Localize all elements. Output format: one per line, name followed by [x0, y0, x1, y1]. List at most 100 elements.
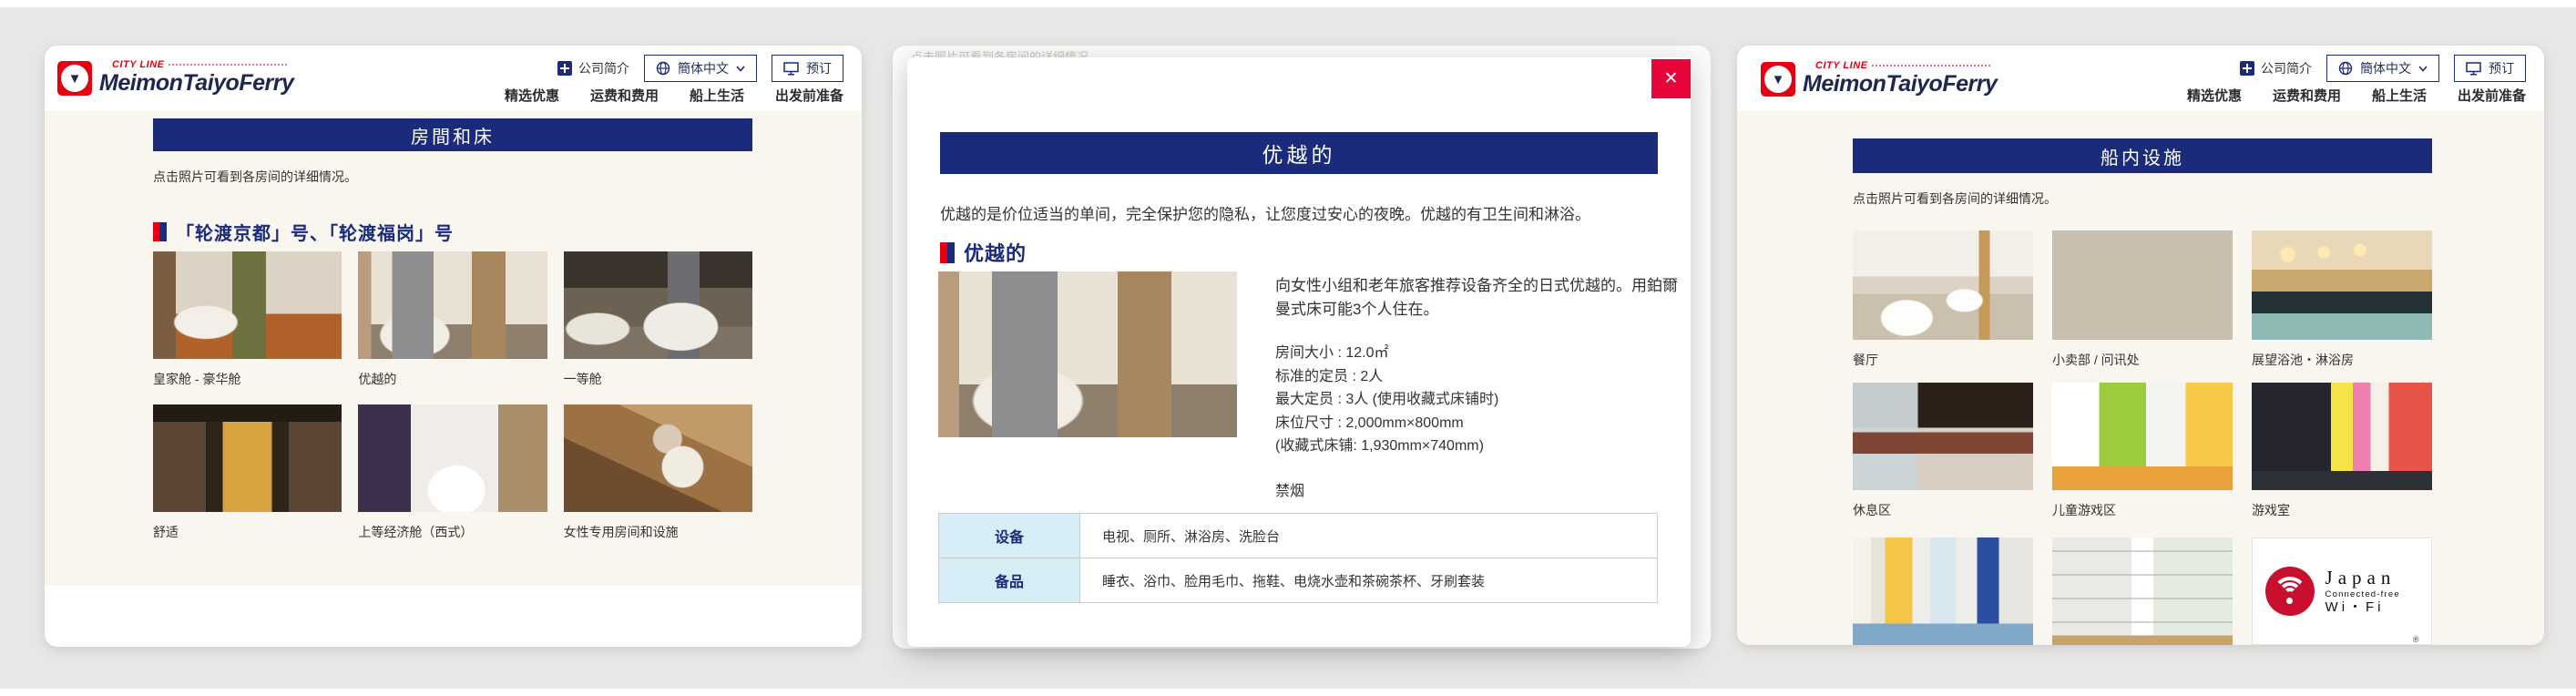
- rooms-grid-row-2: 舒适 上等经济舱（西式） 女性专用房间和设施: [153, 404, 752, 541]
- page-title-banner: 船内设施: [1853, 138, 2432, 173]
- close-icon[interactable]: ✕: [1651, 59, 1691, 98]
- globe-icon: [656, 61, 670, 76]
- table-row: 备品 睡衣、浴巾、脸用毛巾、拖鞋、电烧水壶和茶碗茶杯、牙刷套装: [939, 558, 1658, 603]
- nav-item-before-departure[interactable]: 出发前准备: [2458, 86, 2526, 105]
- nav-item-fares[interactable]: 运费和费用: [590, 86, 659, 105]
- facility-tile-lockers[interactable]: [2052, 537, 2233, 645]
- wifi-word-connected: Connected-free: [2326, 589, 2400, 599]
- room-caption: 优越的: [358, 370, 547, 388]
- room-caption: 舒适: [153, 523, 342, 541]
- room-tile-superior[interactable]: 优越的: [358, 251, 547, 388]
- registered-mark: ®: [2413, 635, 2419, 644]
- facility-caption: 游戏室: [2252, 501, 2432, 519]
- facility-photo-lockers[interactable]: [2052, 537, 2233, 645]
- logo-dotted-line: [169, 64, 287, 66]
- booking-label: 预订: [2489, 59, 2514, 77]
- company-profile-link[interactable]: 公司简介: [557, 59, 629, 77]
- room-detail-modal: ✕ 优越的 优越的是价位适当的单间，完全保护您的隐私，让您度过安心的夜晚。优越的…: [907, 57, 1691, 647]
- instruction-text: 点击照片可看到各房间的详细情况。: [153, 168, 357, 186]
- brand-logo-text: CITY LINE MeimonTaiyoFerry: [99, 59, 293, 97]
- brand-logo[interactable]: ▼ CITY LINE MeimonTaiyoFerry: [1761, 60, 1997, 97]
- chevron-down-icon: [2418, 66, 2428, 72]
- monitor-icon: [783, 62, 799, 76]
- facility-photo-vending[interactable]: [1853, 537, 2033, 645]
- modal-section-heading-label: 优越的: [964, 238, 1027, 267]
- table-row: 设备 电视、厕所、淋浴房、洗脸台: [939, 514, 1658, 558]
- facility-tile-bath[interactable]: 展望浴池・淋浴房: [2252, 230, 2432, 369]
- facility-tile-restaurant[interactable]: 餐厅: [1853, 230, 2033, 369]
- left-browser-window: ▼ CITY LINE MeimonTaiyoFerry 公司简介 簡体中文: [45, 46, 862, 647]
- room-tile-comfort[interactable]: 舒适: [153, 404, 342, 541]
- facility-tile-kids-room[interactable]: 儿童游戏区: [2052, 383, 2233, 519]
- room-photo-ladies[interactable]: [564, 404, 752, 512]
- table-value-supplies: 睡衣、浴巾、脸用毛巾、拖鞋、电烧水壶和茶碗茶杯、牙刷套装: [1080, 558, 1658, 603]
- spec-max-capacity: 最大定员 : 3人 (使用收藏式床铺时): [1275, 388, 1498, 412]
- language-selector[interactable]: 簡体中文: [644, 55, 757, 82]
- facility-tile-lounge[interactable]: 休息区: [1853, 383, 2033, 519]
- brand-logo[interactable]: ▼ CITY LINE MeimonTaiyoFerry: [57, 59, 293, 97]
- facility-photo-lounge[interactable]: [1853, 383, 2033, 490]
- instruction-text: 点击照片可看到各房间的详细情况。: [1853, 189, 2057, 208]
- utility-nav: 公司简介 簡体中文 预订: [557, 55, 843, 82]
- globe-icon: [2338, 61, 2353, 76]
- facility-photo-game-room[interactable]: [2252, 383, 2432, 490]
- nav-item-onboard-life[interactable]: 船上生活: [690, 86, 744, 105]
- facility-caption: 餐厅: [1853, 351, 2033, 369]
- site-header: ▼ CITY LINE MeimonTaiyoFerry 公司简介 簡体中文: [1737, 46, 2544, 111]
- nav-item-fares[interactable]: 运费和费用: [2273, 86, 2341, 105]
- anchor-icon: ▼: [61, 65, 88, 92]
- city-line-label: CITY LINE: [1815, 60, 1867, 71]
- room-caption: 一等舱: [564, 370, 752, 388]
- room-caption: 上等经济舱（西式）: [358, 523, 547, 541]
- facility-photo-shop[interactable]: [2052, 230, 2233, 340]
- rooms-grid-row-1: 皇家舱 - 豪华舱 优越的 一等舱: [153, 251, 752, 388]
- booking-button[interactable]: 预订: [772, 55, 843, 82]
- company-profile-label: 公司简介: [578, 59, 629, 77]
- heading-bullet-icon: [940, 242, 955, 263]
- spec-pullman-bed-size: (收藏式床铺: 1,930mm×740mm): [1275, 435, 1498, 458]
- site-header: ▼ CITY LINE MeimonTaiyoFerry 公司简介 簡体中文: [45, 46, 862, 111]
- facility-tile-shop[interactable]: 小卖部 / 问讯处: [2052, 230, 2233, 369]
- language-selector[interactable]: 簡体中文: [2326, 55, 2439, 82]
- brand-name: MeimonTaiyoFerry: [1803, 71, 1997, 97]
- facility-tile-wifi[interactable]: Japan Connected-free Wi・Fi ®: [2252, 537, 2432, 645]
- wifi-icon: [2265, 567, 2315, 616]
- company-profile-label: 公司简介: [2261, 59, 2312, 77]
- spec-bed-size: 床位尺寸 : 2,000mm×800mm: [1275, 412, 1498, 435]
- brand-name: MeimonTaiyoFerry: [99, 70, 293, 97]
- facility-tile-game-room[interactable]: 游戏室: [2252, 383, 2432, 519]
- spec-standard-capacity: 标准的定员 : 2人: [1275, 365, 1498, 389]
- room-tile-ladies[interactable]: 女性专用房间和设施: [564, 404, 752, 541]
- room-photo-superior[interactable]: [358, 251, 547, 359]
- booking-label: 预订: [806, 59, 832, 77]
- heading-bullet-icon: [153, 222, 167, 241]
- modal-title-banner: 优越的: [940, 132, 1658, 174]
- nav-item-before-departure[interactable]: 出发前准备: [775, 86, 843, 105]
- facility-photo-restaurant[interactable]: [1853, 230, 2033, 340]
- room-tile-royal[interactable]: 皇家舱 - 豪华舱: [153, 251, 342, 388]
- section-heading: 「轮渡京都」号、「轮渡福岗」号: [153, 219, 454, 245]
- brand-logo-icon: ▼: [57, 61, 92, 96]
- room-tile-tourist[interactable]: 上等经济舱（西式）: [358, 404, 547, 541]
- booking-button[interactable]: 预订: [2454, 55, 2526, 82]
- room-photo-royal[interactable]: [153, 251, 342, 359]
- facility-caption: 展望浴池・淋浴房: [2252, 351, 2432, 369]
- nav-item-onboard-life[interactable]: 船上生活: [2372, 86, 2427, 105]
- nav-item-deals[interactable]: 精选优惠: [505, 86, 559, 105]
- room-tile-first-class[interactable]: 一等舱: [564, 251, 752, 388]
- nav-item-deals[interactable]: 精选优惠: [2187, 86, 2242, 105]
- room-photo-tourist[interactable]: [358, 404, 547, 512]
- room-photo-first-class[interactable]: [564, 251, 752, 359]
- facility-photo-kids-room[interactable]: [2052, 383, 2233, 490]
- room-caption: 皇家舱 - 豪华舱: [153, 370, 342, 388]
- modal-section-heading: 优越的: [940, 238, 1027, 267]
- city-line-label: CITY LINE: [112, 59, 164, 70]
- section-heading-label: 「轮渡京都」号、「轮渡福岗」号: [176, 219, 454, 245]
- japan-wifi-logo[interactable]: Japan Connected-free Wi・Fi ®: [2252, 537, 2432, 645]
- room-photo-comfort[interactable]: [153, 404, 342, 512]
- company-profile-link[interactable]: 公司简介: [2240, 59, 2312, 77]
- facility-tile-vending[interactable]: [1853, 537, 2033, 645]
- logo-dotted-line: [1872, 65, 1990, 67]
- facility-photo-bath[interactable]: [2252, 230, 2432, 340]
- table-label-equipment: 设备: [939, 514, 1080, 558]
